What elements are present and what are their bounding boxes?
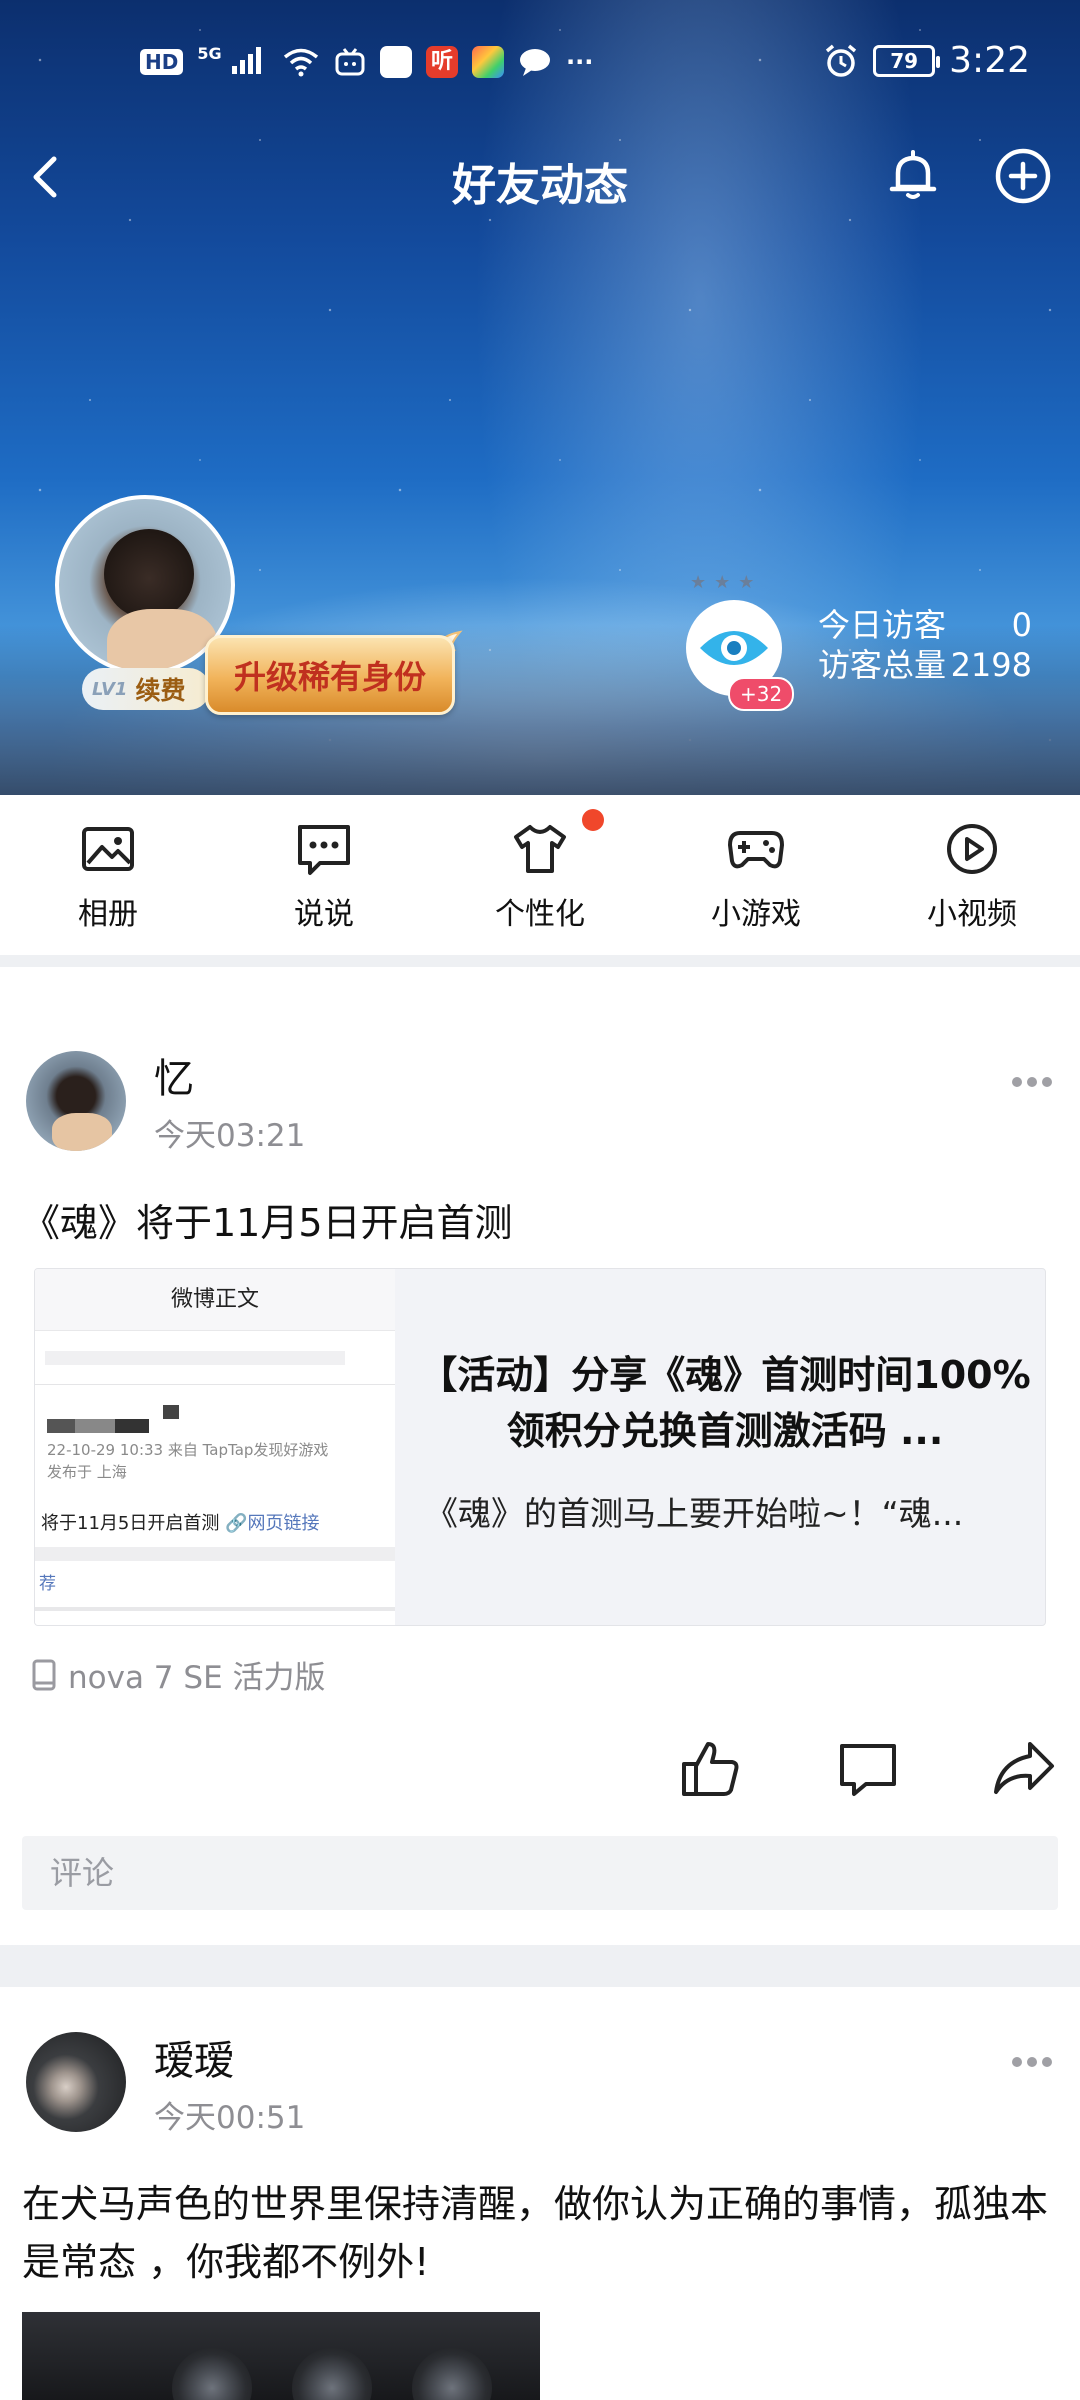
- post-author-avatar[interactable]: [26, 1051, 126, 1151]
- image-detail: [292, 2348, 372, 2400]
- shortcut-personalize-label: 个性化: [495, 897, 585, 932]
- add-circle-icon[interactable]: [990, 143, 1056, 209]
- shortcut-bar: 相册 说说 个性化 小游戏 小视频: [0, 795, 1080, 955]
- shortcut-moments[interactable]: 说说: [216, 795, 432, 955]
- thumbnail-pixel: [75, 1419, 115, 1433]
- clock: 3:22: [949, 40, 1030, 81]
- bilibili-icon: [335, 48, 365, 76]
- avatar-dog: [104, 529, 194, 619]
- thumbnail-text-main: 将于11月5日开启首测: [41, 1513, 220, 1534]
- thumbnail-divider: [35, 1384, 395, 1385]
- status-right: 79 3:22: [823, 40, 1030, 81]
- post-time: 今天03:21: [154, 1118, 306, 1154]
- signal-icon: 5G: [197, 44, 268, 80]
- today-visitors-value: 0: [1011, 606, 1032, 644]
- shortcut-minigames[interactable]: 小游戏: [648, 795, 864, 955]
- shortcut-minigames-label: 小游戏: [711, 897, 801, 932]
- star-rating-icon: ★★★: [690, 572, 763, 593]
- like-icon[interactable]: [678, 1736, 742, 1800]
- avatar-hand: [52, 1113, 112, 1151]
- thumbnail-header: 微博正文: [35, 1269, 395, 1331]
- shortcut-shortvideo-label: 小视频: [927, 897, 1017, 932]
- link-thumbnail: 微博正文 22-10-29 10:33 来自 TapTap发现好游戏 发布于 上…: [35, 1269, 395, 1625]
- thumbnail-link: 🔗网页链接: [225, 1513, 320, 1534]
- renew-label: 续费: [135, 676, 186, 705]
- chat-icon: [519, 49, 550, 76]
- thumbnail-pixel: [163, 1405, 179, 1419]
- today-visitors-label: 今日访客: [818, 606, 947, 644]
- wifi-icon: [283, 48, 319, 77]
- thumbnail-recommend: 荐: [39, 1574, 56, 1594]
- friend-feed-screen: HD 5G 听 ··· 79 3:22 好友动态 LV1 续费 升级稀有身份 ★…: [0, 0, 1080, 2400]
- shortcut-personalize[interactable]: 个性化: [432, 795, 648, 955]
- section-divider: [0, 955, 1080, 967]
- vip-renew-tag[interactable]: LV1 续费: [82, 668, 210, 710]
- status-left: HD 5G 听 ···: [140, 44, 593, 80]
- thumbnail-meta-line2: 发布于 上海: [47, 1463, 127, 1481]
- image-detail: [412, 2348, 492, 2400]
- mail-icon: [379, 46, 412, 78]
- brush-icon: [471, 46, 504, 78]
- image-icon: [82, 827, 134, 871]
- chat-bubble-icon: [298, 825, 350, 875]
- thumbnail-text: 将于11月5日开启首测 🔗网页链接: [41, 1509, 320, 1535]
- shortcut-album[interactable]: 相册: [0, 795, 216, 955]
- status-bar: HD 5G 听 ··· 79 3:22: [0, 0, 1080, 130]
- nav-bar: 好友动态: [0, 135, 1080, 225]
- post-author-name[interactable]: 忆: [154, 1046, 194, 1104]
- device-label: nova 7 SE 活力版: [68, 1660, 326, 1696]
- more-notifications-icon: ···: [565, 48, 594, 76]
- thumbnail-meta-line1: 22-10-29 10:33 来自 TapTap发现好游戏: [47, 1441, 329, 1459]
- more-options-icon[interactable]: [1010, 2054, 1054, 2070]
- play-circle-icon: [947, 824, 997, 874]
- notification-dot: [582, 809, 604, 831]
- link-card-title: 【活动】分享《魂》首测时间100%领积分兑换首测激活码 ...: [419, 1353, 1031, 1453]
- post-author-avatar[interactable]: [26, 2032, 126, 2132]
- link-card-description: 《魂》的首测马上要开始啦~！“魂...: [425, 1494, 964, 1533]
- visitor-badge: +32: [728, 677, 795, 711]
- tshirt-icon: [514, 825, 566, 873]
- battery-icon: 79: [873, 44, 941, 77]
- upgrade-identity-button[interactable]: 升级稀有身份: [205, 635, 455, 715]
- post-text: 《魂》将于11月5日开启首测: [22, 1201, 513, 1245]
- thumbnail-pixel: [47, 1419, 75, 1433]
- post-author-name[interactable]: 瑷瑷: [154, 2028, 234, 2086]
- total-visitors-row: 访客总量 2198: [818, 645, 1032, 685]
- avatar-hand: [107, 609, 217, 671]
- post-text: 在犬马声色的世界里保持清醒，做你认为正确的事情，孤独本是常态 ，你我都不例外!: [22, 2182, 1049, 2284]
- total-visitors-label: 访客总量: [818, 646, 947, 684]
- alarm-icon: [826, 44, 857, 77]
- hd-badge: HD: [140, 49, 184, 75]
- shared-link-card[interactable]: 微博正文 22-10-29 10:33 来自 TapTap发现好游戏 发布于 上…: [34, 1268, 1046, 1626]
- thumbnail-blur: [45, 1351, 345, 1365]
- phone-icon: [32, 1659, 56, 1690]
- today-visitors-row: 今日访客 0: [818, 605, 1032, 645]
- thumbnail-bar: [35, 1547, 395, 1561]
- ting-icon: 听: [425, 46, 458, 78]
- post-image[interactable]: [22, 2312, 540, 2400]
- shortcut-shortvideo[interactable]: 小视频: [864, 795, 1080, 955]
- image-detail: [172, 2348, 252, 2400]
- comment-input[interactable]: 评论: [22, 1836, 1058, 1910]
- total-visitors-value: 2198: [950, 646, 1032, 684]
- shortcut-moments-label: 说说: [294, 897, 354, 932]
- bell-icon[interactable]: [880, 143, 946, 209]
- eye-icon: [700, 631, 768, 665]
- thumbnail-meta: 22-10-29 10:33 来自 TapTap发现好游戏 发布于 上海: [47, 1439, 328, 1483]
- visitor-stats[interactable]: 今日访客 0 访客总量 2198: [818, 605, 1032, 685]
- thumbnail-bar: [35, 1607, 395, 1611]
- more-options-icon[interactable]: [1010, 1074, 1054, 1090]
- post-device: nova 7 SE 活力版: [30, 1652, 326, 1697]
- comment-icon[interactable]: [836, 1736, 900, 1800]
- thumbnail-pixel: [115, 1419, 149, 1433]
- level-label: LV1: [92, 678, 128, 700]
- gamepad-icon: [728, 831, 784, 869]
- shortcut-album-label: 相册: [78, 897, 138, 932]
- post-time: 今天00:51: [154, 2100, 306, 2136]
- share-icon[interactable]: [992, 1736, 1056, 1800]
- section-divider: [0, 1945, 1080, 1987]
